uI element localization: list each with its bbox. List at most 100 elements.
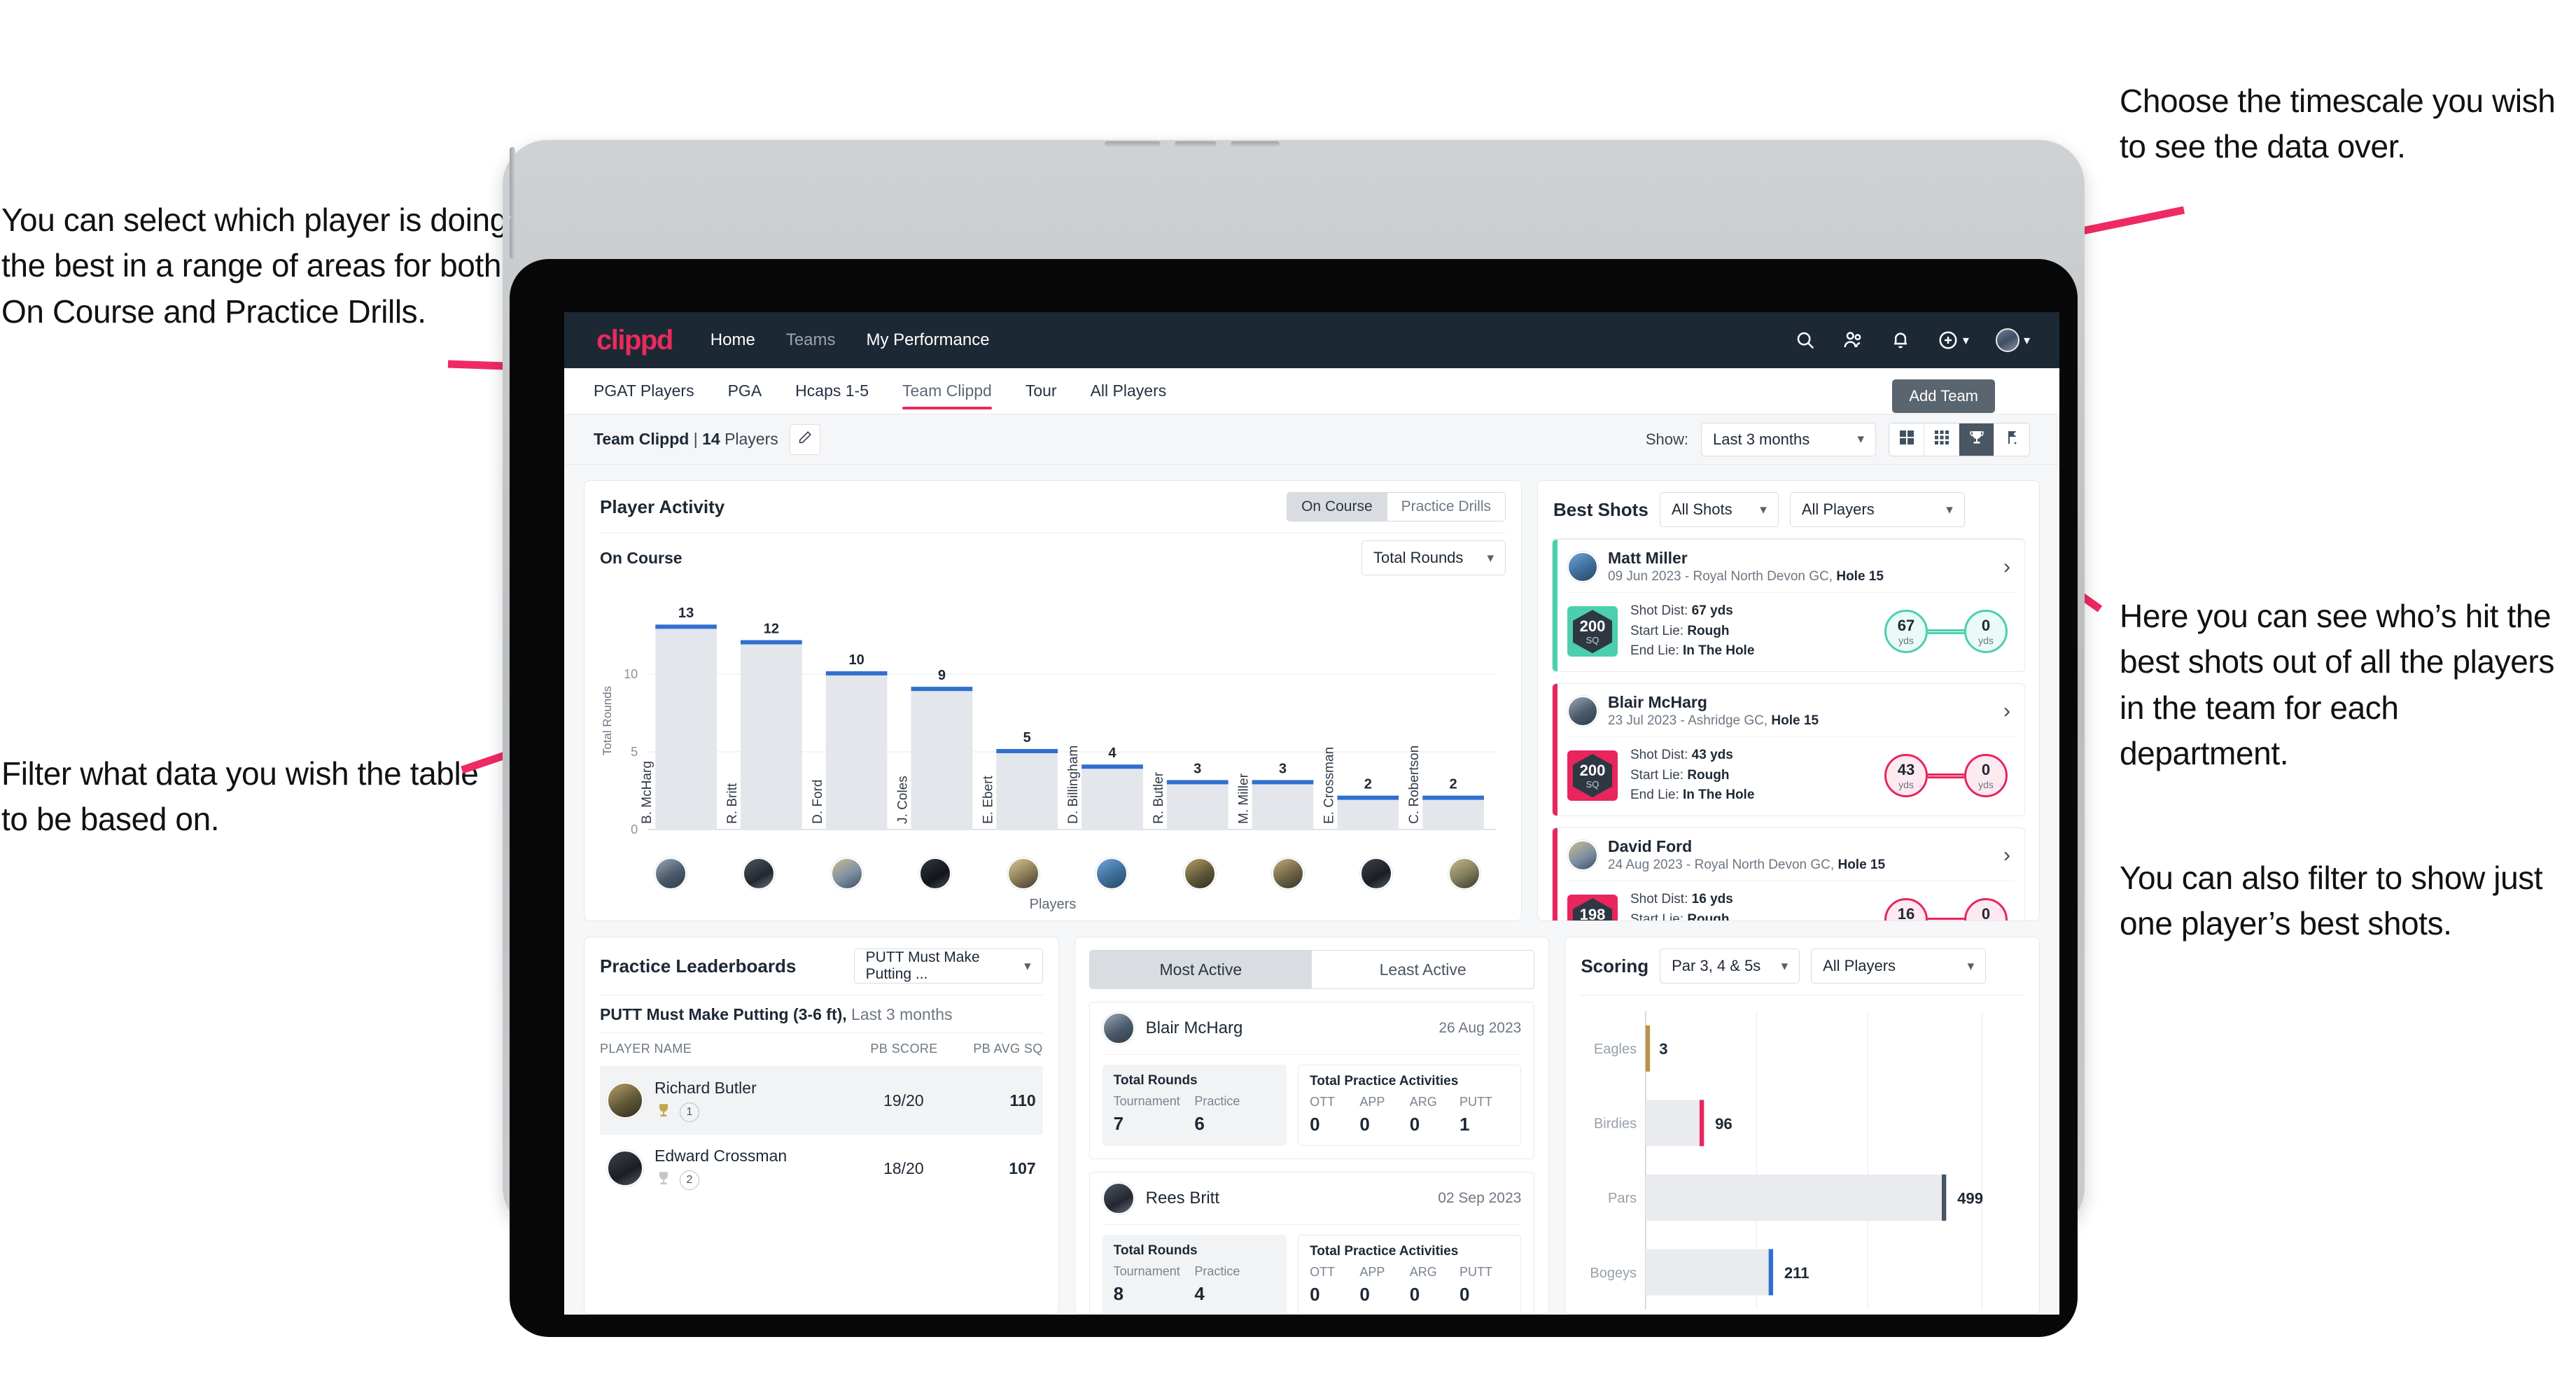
activity-card[interactable]: Rees Britt 02 Sep 2023 Total Rounds Tour…: [1088, 1172, 1535, 1314]
nav-link-home[interactable]: Home: [710, 330, 755, 350]
player-avatar[interactable]: [1184, 858, 1216, 890]
best-shots-title: Best Shots: [1553, 498, 1648, 520]
bell-icon[interactable]: [1890, 330, 1911, 351]
player-avatar[interactable]: [1567, 839, 1598, 871]
practice-col-label: PUTT: [1460, 1095, 1492, 1109]
tab-most-active[interactable]: Most Active: [1089, 951, 1312, 988]
player-avatar[interactable]: [1360, 858, 1392, 890]
shots-filter-select[interactable]: All Shots ▾: [1659, 492, 1779, 527]
shot-to-value: 0: [1981, 760, 1991, 778]
shot-distance-visual: 16 yds 0 yds: [1884, 898, 2013, 920]
timescale-select[interactable]: Last 3 months ▾: [1701, 422, 1876, 456]
player-avatar[interactable]: [1567, 551, 1598, 582]
team-icon[interactable]: [1842, 330, 1863, 351]
player-avatar[interactable]: [1567, 695, 1598, 727]
player-avatar[interactable]: [607, 1150, 643, 1187]
leaderboard-subtitle: PUTT Must Make Putting (3-6 ft), Last 3 …: [584, 995, 1058, 1032]
player-avatar[interactable]: [1096, 858, 1128, 890]
tab-team-clippd[interactable]: Team Clippd: [902, 368, 992, 414]
chevron-down-icon: ▾: [1946, 502, 1953, 517]
tab-least-active[interactable]: Least Active: [1311, 951, 1534, 988]
bar-chart-svg: Total Rounds 0 5 10 13 B. McHarg 12 R. Britt 10 D…: [601, 606, 1496, 836]
avatar[interactable]: [1995, 328, 2019, 352]
chevron-right-icon[interactable]: ›: [2003, 699, 2013, 723]
best-shot-card[interactable]: David Ford 24 Aug 2023 - Royal North Dev…: [1552, 827, 2025, 920]
practice-leaderboards-title: Practice Leaderboards: [600, 955, 797, 976]
player-avatar[interactable]: [1102, 1182, 1135, 1214]
player-avatar[interactable]: [1448, 858, 1480, 890]
shot-stats: Shot Dist: 43 yds Start Lie: Rough End L…: [1630, 748, 1755, 803]
tab-pgat-players[interactable]: PGAT Players: [594, 368, 694, 414]
separator: |: [689, 430, 703, 448]
pb-avg-sq-value: 110: [1009, 1091, 1036, 1110]
activity-card[interactable]: Blair McHarg 26 Aug 2023 Total Rounds To…: [1088, 1002, 1535, 1159]
player-avatar[interactable]: [743, 858, 775, 890]
shot-meta: 24 Aug 2023 - Royal North Devon GC, Hole…: [1608, 857, 1886, 872]
segment-practice-drills[interactable]: Practice Drills: [1387, 493, 1505, 521]
segment-on-course[interactable]: On Course: [1287, 493, 1387, 521]
svg-text:9: 9: [938, 668, 946, 683]
clippd-logo[interactable]: clippd: [596, 325, 673, 356]
player-avatar[interactable]: [654, 858, 687, 890]
svg-text:R. Britt: R. Britt: [725, 783, 740, 824]
activity-tabs: Most Active Least Active: [1088, 950, 1535, 989]
pb-avg-sq-value: 107: [1009, 1158, 1036, 1177]
edit-team-button[interactable]: [789, 424, 820, 455]
tab-tour[interactable]: Tour: [1026, 368, 1057, 414]
shot-meta: 09 Jun 2023 - Royal North Devon GC, Hole…: [1608, 568, 1884, 584]
svg-text:96: 96: [1715, 1115, 1732, 1133]
svg-text:E. Ebert: E. Ebert: [981, 775, 995, 824]
nav-link-my-performance[interactable]: My Performance: [867, 330, 990, 350]
players-filter-select[interactable]: All Players ▾: [1789, 492, 1965, 527]
player-avatar[interactable]: [607, 1082, 643, 1119]
tab-all-players[interactable]: All Players: [1091, 368, 1167, 414]
svg-text:R. Butler: R. Butler: [1152, 771, 1166, 824]
scoring-bar-chart-svg: Eagles 3 Birdies 96 Pars 499 Bogeys 211: [1590, 1011, 1983, 1310]
player-avatar[interactable]: [919, 858, 951, 890]
practice-col-value: 0: [1409, 1114, 1420, 1135]
rounds-col-label: Practice: [1194, 1264, 1240, 1278]
best-shot-card[interactable]: Matt Miller 09 Jun 2023 - Royal North De…: [1552, 539, 2025, 672]
search-icon[interactable]: [1795, 330, 1816, 351]
bottom-panels-row: Practice Leaderboards PUTT Must Make Put…: [584, 937, 2040, 1315]
svg-text:Eagles: Eagles: [1594, 1042, 1637, 1057]
total-practice-title: Total Practice Activities: [1310, 1244, 1459, 1259]
chevron-down-icon[interactable]: ▾: [1963, 333, 1969, 348]
metric-select[interactable]: Total Rounds ▾: [1362, 540, 1506, 575]
table-row[interactable]: Edward Crossman 2 18/20 107: [600, 1135, 1043, 1203]
nav-link-teams[interactable]: Teams: [786, 330, 836, 350]
chevron-right-icon[interactable]: ›: [2003, 844, 2013, 867]
rounds-col-label: Practice: [1194, 1094, 1240, 1108]
shot-meta: 23 Jul 2023 - Ashridge GC, Hole 15: [1608, 713, 1819, 728]
player-avatar[interactable]: [1272, 858, 1304, 890]
view-trophy-button[interactable]: [1959, 423, 1994, 456]
par-filter-select[interactable]: Par 3, 4 & 5s ▾: [1660, 948, 1800, 983]
view-grid-2x2-button[interactable]: [1889, 423, 1924, 456]
best-shot-card[interactable]: Blair McHarg 23 Jul 2023 - Ashridge GC, …: [1552, 682, 2025, 816]
shots-filter-value: All Shots: [1671, 500, 1732, 518]
scoring-title: Scoring: [1581, 955, 1649, 976]
scoring-players-filter-select[interactable]: All Players ▾: [1811, 948, 1987, 983]
shot-accent-bar: [1553, 540, 1558, 671]
svg-text:4: 4: [1108, 746, 1116, 761]
tab-pga[interactable]: PGA: [728, 368, 762, 414]
chevron-right-icon[interactable]: ›: [2003, 555, 2013, 579]
chevron-down-icon[interactable]: ▾: [2024, 333, 2030, 348]
column-player-name: PLAYER NAME: [600, 1042, 692, 1056]
player-avatar[interactable]: [1007, 858, 1040, 890]
tab-hcaps-1-5[interactable]: Hcaps 1-5: [795, 368, 869, 414]
player-avatar[interactable]: [831, 858, 863, 890]
table-row[interactable]: Richard Butler 1 19/20 110: [600, 1067, 1043, 1135]
drill-select[interactable]: PUTT Must Make Putting ... ▾: [853, 948, 1043, 983]
chevron-down-icon: ▾: [1967, 958, 1975, 974]
player-avatar[interactable]: [1102, 1012, 1135, 1044]
player-count: 14: [702, 430, 720, 448]
add-team-button[interactable]: Add Team: [1892, 379, 1995, 413]
view-golf-flag-button[interactable]: [1994, 424, 2029, 456]
practice-col-label: APP: [1359, 1095, 1385, 1109]
svg-text:13: 13: [678, 606, 694, 621]
svg-text:B. McHarg: B. McHarg: [640, 761, 654, 824]
view-grid-3x3-button[interactable]: [1924, 423, 1959, 456]
svg-text:3: 3: [1194, 761, 1201, 776]
plus-circle-icon[interactable]: [1938, 330, 1959, 351]
